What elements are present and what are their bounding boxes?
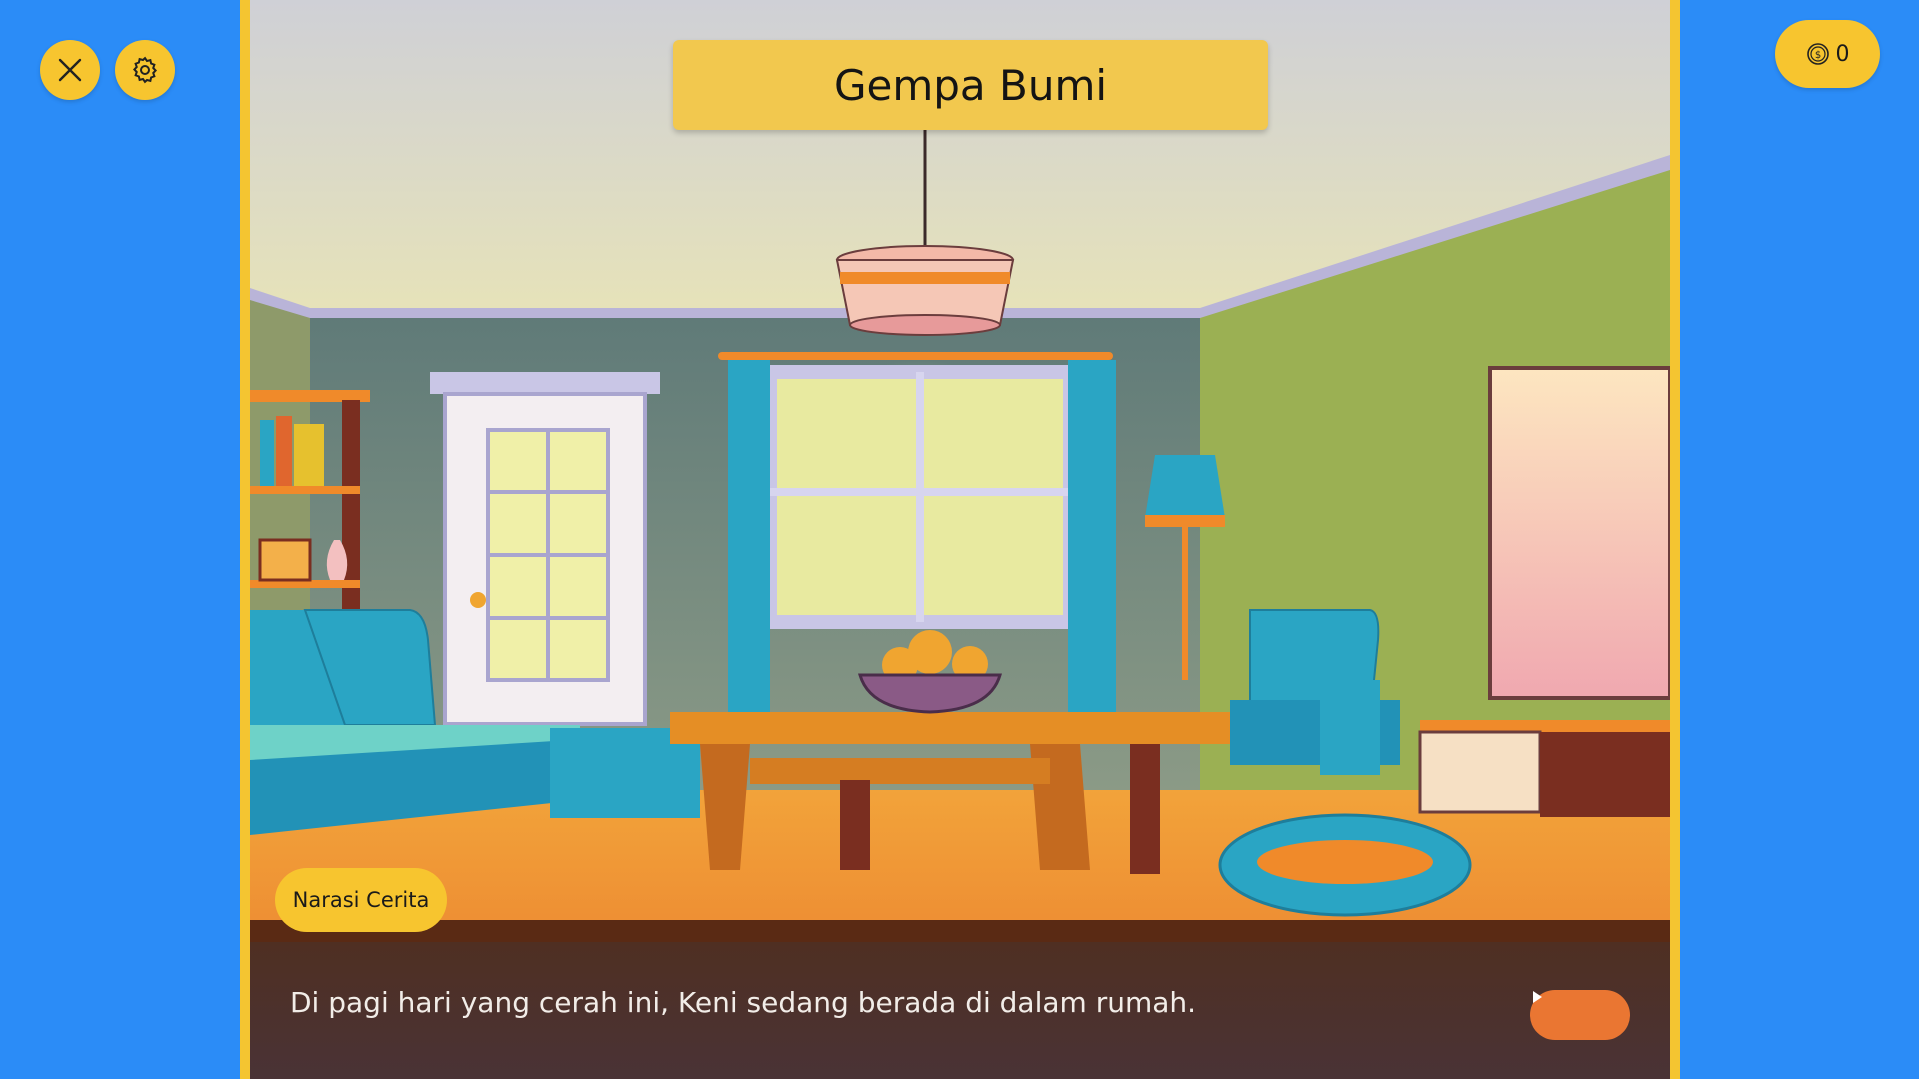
coin-count: 0 xyxy=(1835,41,1850,67)
play-icon xyxy=(1533,991,1542,1003)
story-stage: Gempa Bumi Narasi Cerita Di pagi hari ya… xyxy=(240,0,1680,1079)
svg-text:$: $ xyxy=(1814,50,1820,61)
next-button[interactable] xyxy=(1530,990,1630,1040)
coin-counter: $ 0 xyxy=(1775,20,1880,88)
scene-illustration: Gempa Bumi Narasi Cerita Di pagi hari ya… xyxy=(250,0,1670,1079)
coin-icon: $ xyxy=(1806,43,1829,65)
settings-button[interactable] xyxy=(115,40,175,100)
close-button[interactable] xyxy=(40,40,100,100)
narration-label: Narasi Cerita xyxy=(275,868,447,932)
living-room-illustration xyxy=(250,0,1670,1079)
story-title: Gempa Bumi xyxy=(673,40,1268,130)
dialog-box: Di pagi hari yang cerah ini, Keni sedang… xyxy=(250,920,1670,1079)
narration-text: Di pagi hari yang cerah ini, Keni sedang… xyxy=(290,986,1197,1019)
gear-icon xyxy=(132,56,158,84)
close-icon xyxy=(58,58,82,82)
